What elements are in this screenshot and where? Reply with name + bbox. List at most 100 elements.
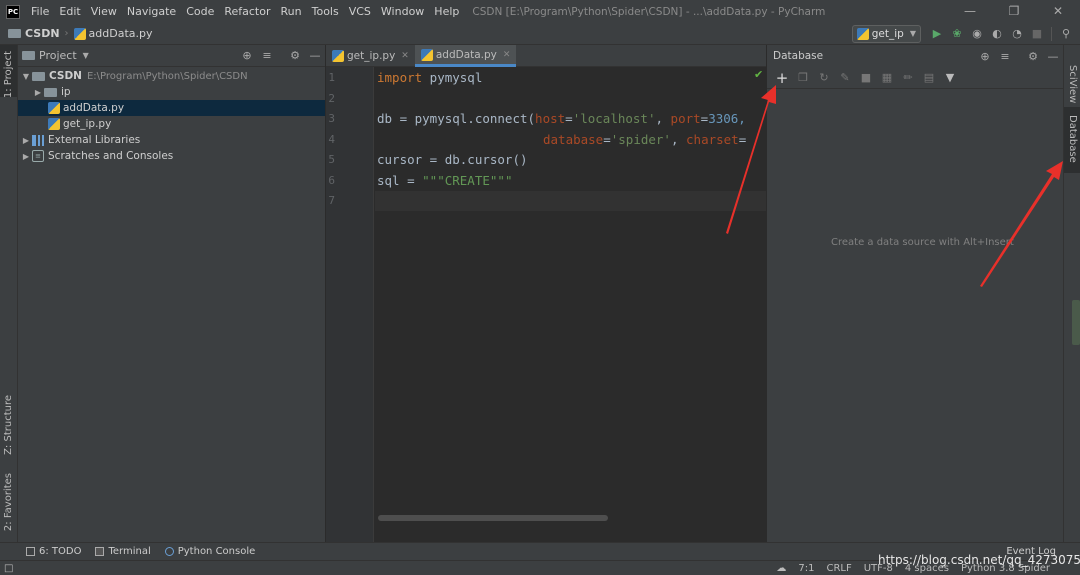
caret-position[interactable]: 7:1 [798, 563, 814, 574]
concurrency-icon[interactable]: ◔ [1007, 24, 1027, 44]
restore-icon[interactable]: ❐ [992, 0, 1036, 23]
gear-icon[interactable]: ⚙ [285, 46, 305, 66]
menu-window[interactable]: Window [376, 0, 429, 23]
database-panel: Database ⊕ ≡ ⚙ — + ❐ ↻ ✎ ■ ▦ ✏ ▤ ▼ Creat… [766, 45, 1063, 542]
python-file-icon [420, 48, 433, 61]
project-panel-header: Project ▼ ⊕ ≡ ⚙ — [18, 45, 325, 67]
todo-tool-button[interactable]: 6: TODO [26, 546, 81, 557]
menu-tools[interactable]: Tools [307, 0, 344, 23]
tab-sciview[interactable]: SciView [1067, 65, 1078, 103]
python-file-icon [73, 27, 86, 40]
breadcrumb: CSDN › addData.py [8, 27, 153, 40]
close-tab-icon[interactable]: ✕ [503, 50, 511, 60]
todo-icon [26, 547, 35, 556]
menu-help[interactable]: Help [429, 0, 464, 23]
breadcrumb-file[interactable]: addData.py [89, 27, 153, 40]
collapse-all-icon[interactable]: ≡ [995, 46, 1015, 66]
chevron-down-icon[interactable]: ▼ [83, 51, 89, 60]
stop-icon[interactable]: ■ [857, 69, 875, 87]
tree-row-file-adddata[interactable]: addData.py [18, 100, 325, 116]
menu-code[interactable]: Code [181, 0, 219, 23]
python-file-icon [48, 118, 60, 130]
menu-file[interactable]: File [26, 0, 54, 23]
menu-refactor[interactable]: Refactor [219, 0, 275, 23]
editor-gutter: 1 2 3 4 5 6 7 [326, 67, 374, 542]
code-token: host [535, 111, 566, 126]
terminal-tool-button[interactable]: Terminal [95, 546, 151, 557]
duplicate-icon[interactable]: ❐ [794, 69, 812, 87]
schema-icon[interactable]: ✎ [836, 69, 854, 87]
breadcrumb-project[interactable]: CSDN [25, 27, 60, 40]
line-number: 7 [328, 194, 335, 207]
tab-structure[interactable]: Z: Structure [3, 395, 14, 455]
run-config-label: get_ip [871, 27, 904, 40]
scratches-icon: ≡ [32, 150, 44, 162]
collapsed-arrow-icon[interactable]: ▶ [32, 88, 44, 97]
refresh-icon[interactable]: ↻ [815, 69, 833, 87]
python-console-tool-button[interactable]: Python Console [164, 546, 255, 557]
editor-tab-bar: get_ip.py ✕ addData.py ✕ [326, 45, 766, 67]
collapsed-arrow-icon[interactable]: ▶ [20, 136, 32, 145]
tree-root-path: E:\Program\Python\Spider\CSDN [86, 70, 248, 82]
tree-row-external-libraries[interactable]: ▶ External Libraries [18, 132, 325, 148]
line-separator[interactable]: CRLF [826, 563, 851, 574]
layout-icon[interactable]: □ [4, 563, 13, 574]
hide-panel-icon[interactable]: — [305, 46, 325, 66]
minimize-icon[interactable]: — [948, 0, 992, 23]
code-token: = [738, 132, 747, 147]
locate-icon[interactable]: ⊕ [237, 46, 257, 66]
horizontal-scrollbar[interactable] [378, 515, 608, 521]
todo-label: 6: TODO [39, 546, 82, 557]
tree-row-folder-ip[interactable]: ▶ ip [18, 84, 325, 100]
code-token: port [670, 111, 701, 126]
title-bar: PC File Edit View Navigate Code Refactor… [0, 0, 1080, 23]
project-view-select[interactable]: Project [39, 49, 77, 62]
collapsed-arrow-icon[interactable]: ▶ [20, 152, 32, 161]
search-icon[interactable]: ⚲ [1056, 24, 1076, 44]
tree-file-label: addData.py [63, 102, 125, 114]
menu-edit[interactable]: Edit [54, 0, 85, 23]
edit-icon[interactable]: ✏ [899, 69, 917, 87]
console-icon[interactable]: ▤ [920, 69, 938, 87]
folder-icon [32, 71, 45, 81]
project-panel: Project ▼ ⊕ ≡ ⚙ — ▼ CSDN E:\Program\Pyth… [18, 45, 326, 542]
filter-icon[interactable]: ▼ [941, 69, 959, 87]
tree-row-root[interactable]: ▼ CSDN E:\Program\Python\Spider\CSDN [18, 68, 325, 84]
locate-icon[interactable]: ⊕ [975, 46, 995, 66]
code-line-3: db = pymysql.connect(host='localhost', p… [377, 111, 746, 126]
database-empty-hint: Create a data source with Alt+Insert [831, 237, 1014, 248]
coverage-icon[interactable]: ◉ [967, 24, 987, 44]
menu-run[interactable]: Run [276, 0, 307, 23]
terminal-label: Terminal [108, 546, 151, 557]
tab-get-ip[interactable]: get_ip.py ✕ [326, 45, 415, 67]
menu-navigate[interactable]: Navigate [122, 0, 181, 23]
terminal-icon [95, 547, 105, 556]
run-icon[interactable]: ▶ [927, 24, 947, 44]
gear-icon[interactable]: ⚙ [1023, 46, 1043, 66]
close-icon[interactable]: ✕ [1036, 0, 1080, 23]
debug-icon[interactable]: ❀ [947, 24, 967, 44]
collapse-all-icon[interactable]: ≡ [257, 46, 277, 66]
table-icon[interactable]: ▦ [878, 69, 896, 87]
tree-row-scratches[interactable]: ▶ ≡ Scratches and Consoles [18, 148, 325, 164]
database-toolbar: + ❐ ↻ ✎ ■ ▦ ✏ ▤ ▼ [767, 67, 1063, 89]
code-editor[interactable]: import pymysql db = pymysql.connect(host… [375, 67, 766, 542]
menu-vcs[interactable]: VCS [344, 0, 376, 23]
hide-panel-icon[interactable]: — [1043, 46, 1063, 66]
python-console-icon [164, 547, 174, 556]
expanded-arrow-icon[interactable]: ▼ [20, 72, 32, 81]
tree-row-file-getip[interactable]: get_ip.py [18, 116, 325, 132]
run-config-select[interactable]: get_ip ▼ [851, 24, 921, 43]
stop-icon[interactable]: ■ [1027, 24, 1047, 44]
close-tab-icon[interactable]: ✕ [401, 51, 409, 61]
navigation-bar: CSDN › addData.py get_ip ▼ ▶ ❀ ◉ ◐ ◔ ■ ⚲ [0, 23, 1080, 45]
tab-favorites[interactable]: 2: Favorites [3, 473, 14, 531]
notification-icon[interactable]: ☁ [776, 563, 786, 574]
tab-adddata[interactable]: addData.py ✕ [414, 45, 517, 67]
menu-view[interactable]: View [86, 0, 122, 23]
tab-project[interactable]: 1: Project [3, 51, 14, 98]
add-data-source-button[interactable]: + [773, 69, 791, 87]
scroll-marker [1072, 300, 1080, 345]
tab-database[interactable]: Database [1067, 115, 1078, 163]
profile-icon[interactable]: ◐ [987, 24, 1007, 44]
